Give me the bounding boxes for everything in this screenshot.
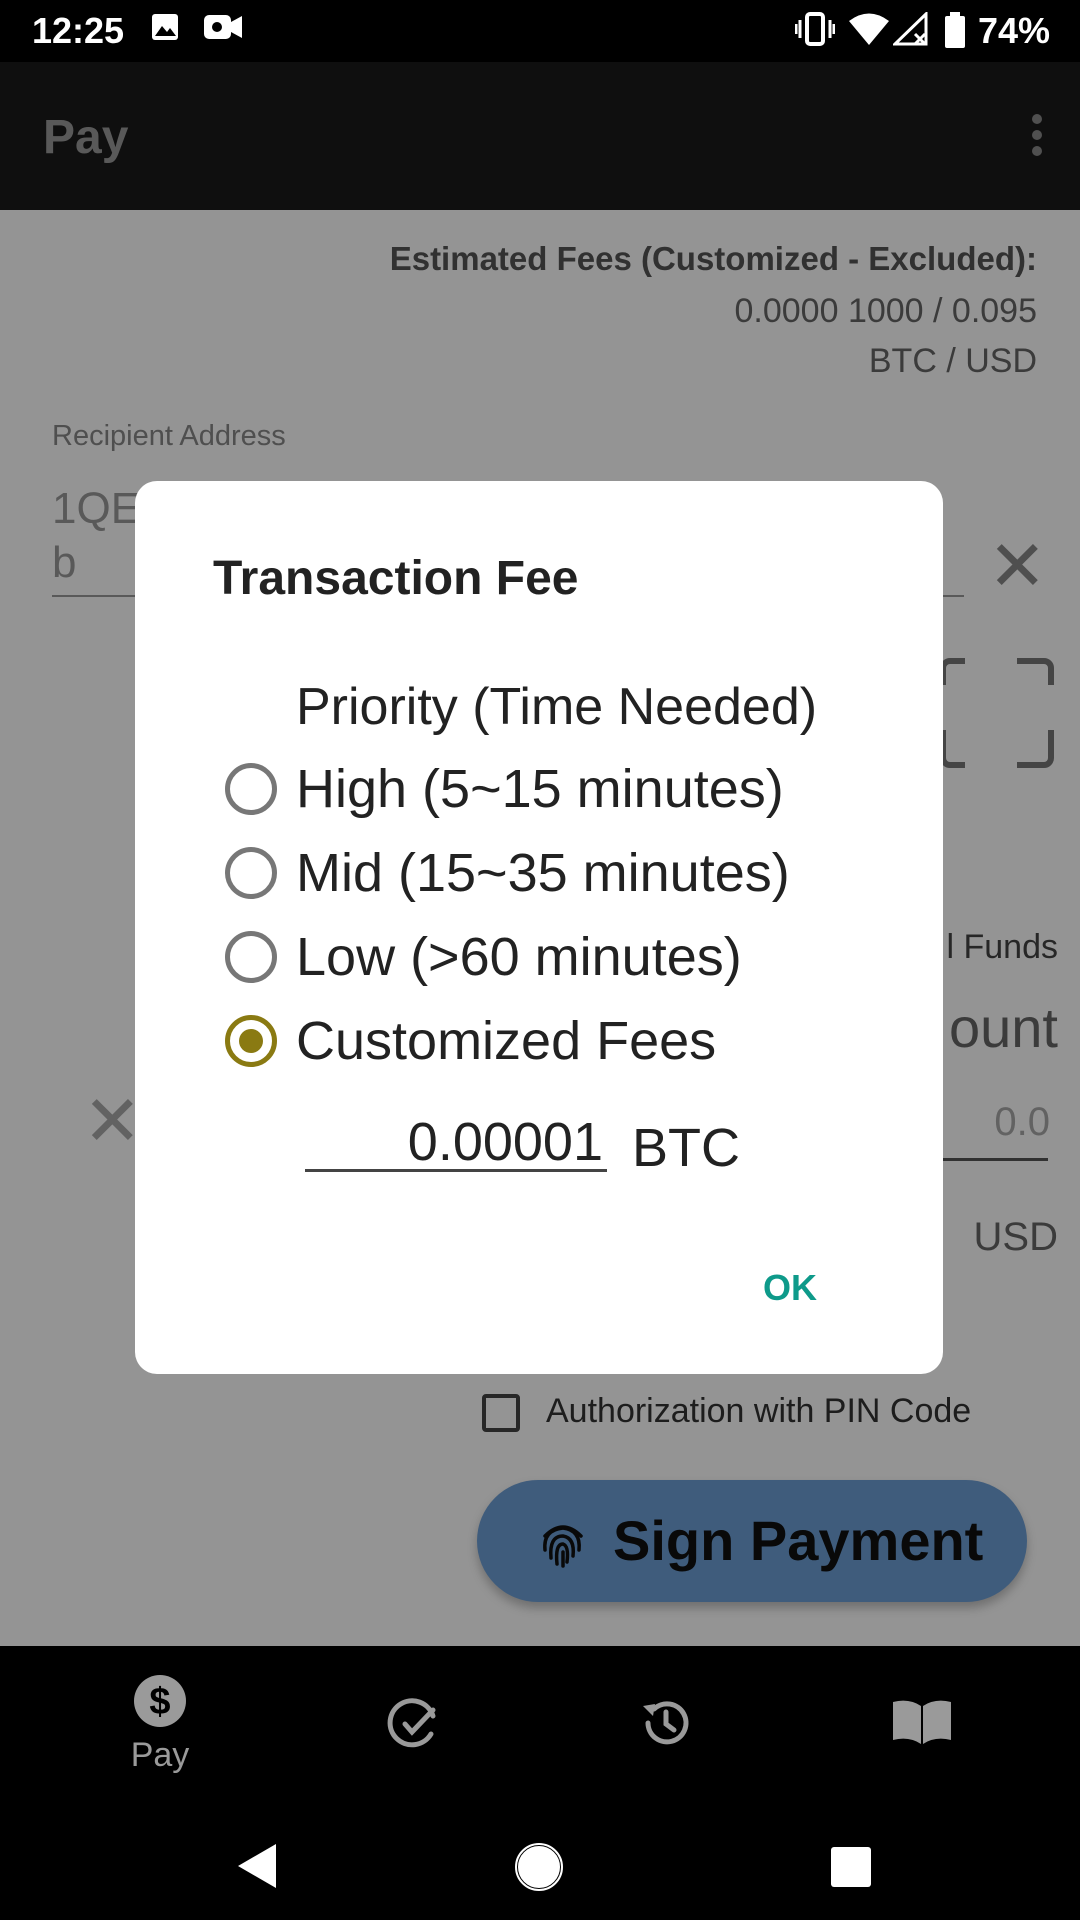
vibrate-icon — [795, 12, 835, 46]
battery-icon — [945, 12, 965, 48]
receive-icon — [387, 1698, 436, 1748]
bottom-navigation: $ Pay — [0, 1646, 1080, 1812]
wifi-icon — [849, 13, 889, 45]
nav-item-history[interactable] — [531, 1646, 801, 1812]
dollar-icon: $ — [134, 1675, 186, 1727]
book-icon — [893, 1700, 951, 1744]
custom-fee-unit: BTC — [632, 1118, 740, 1178]
fee-option-label: High (5~15 minutes) — [296, 759, 784, 819]
nav-item-guide[interactable] — [783, 1646, 1053, 1812]
nav-label-pay: Pay — [130, 1736, 190, 1774]
fee-option-label: Low (>60 minutes) — [296, 927, 742, 987]
image-notification-icon — [152, 14, 178, 40]
ok-button[interactable]: OK — [763, 1267, 817, 1309]
fee-option-label: Mid (15~35 minutes) — [296, 843, 790, 903]
nav-item-receive[interactable] — [279, 1646, 549, 1812]
history-icon — [643, 1701, 689, 1745]
recents-icon[interactable] — [831, 1847, 871, 1887]
status-time: 12:25 — [32, 10, 125, 51]
battery-percentage: 74% — [977, 10, 1050, 51]
signal-icon — [893, 12, 928, 46]
back-icon[interactable] — [236, 1842, 278, 1890]
svg-text:$: $ — [149, 1681, 170, 1723]
radio-button[interactable] — [225, 763, 277, 815]
radio-button[interactable] — [225, 847, 277, 899]
dialog-title: Transaction Fee — [213, 552, 579, 605]
video-notification-icon — [204, 15, 242, 39]
nav-item-pay[interactable]: $ Pay — [25, 1646, 295, 1812]
system-navigation — [0, 1812, 1080, 1920]
transaction-fee-dialog: Transaction Fee Priority (Time Needed) H… — [135, 481, 943, 1374]
home-icon[interactable] — [515, 1843, 563, 1891]
radio-button-selected[interactable] — [225, 1015, 277, 1067]
fee-option-label: Customized Fees — [296, 1011, 717, 1071]
priority-header: Priority (Time Needed) — [296, 678, 818, 736]
custom-fee-input[interactable]: 0.00001 — [305, 1111, 607, 1172]
radio-button[interactable] — [225, 931, 277, 983]
status-bar: 12:25 74% — [0, 0, 1080, 62]
